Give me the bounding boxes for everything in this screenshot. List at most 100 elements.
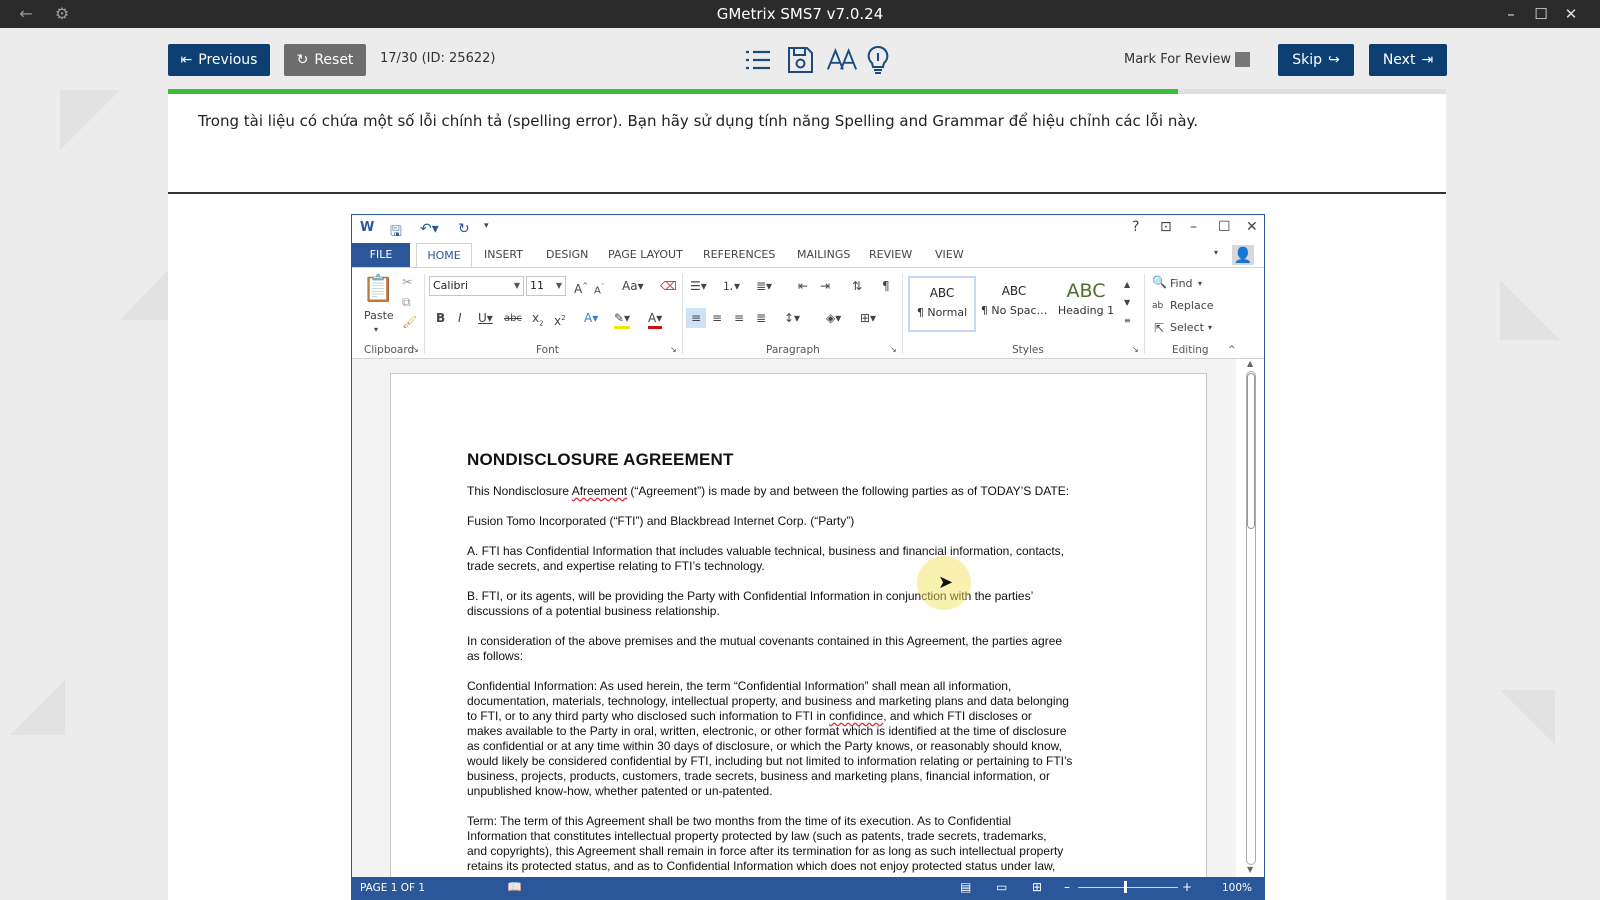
redo-icon[interactable]: ↻ — [458, 221, 470, 237]
bold-icon[interactable]: B — [436, 310, 445, 326]
read-mode-icon[interactable]: ▤ — [960, 880, 971, 894]
document-page[interactable]: NONDISCLOSURE AGREEMENT This Nondisclosu… — [390, 373, 1207, 877]
styles-scroll-icon[interactable]: ▲ ▼ ≡ — [1124, 276, 1131, 330]
ribbon-options-icon[interactable]: ▾ — [1214, 248, 1218, 257]
font-color-icon[interactable]: A▾ — [648, 310, 663, 329]
spelling-error[interactable]: confidince — [829, 709, 883, 723]
decrease-indent-icon[interactable]: ⇤ — [798, 278, 808, 294]
paste-dropdown-icon[interactable]: ▾ — [374, 322, 378, 338]
zoom-level[interactable]: 100% — [1222, 882, 1252, 894]
show-formatting-marks-icon[interactable]: ¶ — [882, 278, 890, 294]
numbering-icon[interactable]: ⒈▾ — [722, 278, 740, 294]
sort-icon[interactable]: ⇅ — [852, 278, 862, 294]
tab-design[interactable]: DESIGN — [546, 248, 588, 261]
scroll-thumb[interactable] — [1247, 373, 1255, 529]
tab-view[interactable]: VIEW — [935, 248, 964, 261]
tab-home[interactable]: HOME — [416, 243, 472, 267]
next-button[interactable]: Next ⇥ — [1369, 44, 1447, 76]
underline-icon[interactable]: U▾ — [478, 310, 493, 326]
align-center-icon[interactable]: ≡ — [712, 310, 722, 326]
shrink-font-icon[interactable]: Aˇ — [594, 279, 604, 299]
mark-for-review-checkbox[interactable] — [1235, 52, 1250, 67]
align-left-icon[interactable]: ≡ — [686, 308, 706, 328]
previous-button[interactable]: ⇤ Previous — [168, 44, 270, 76]
clear-formatting-icon[interactable]: ⌫ — [660, 278, 677, 294]
replace-icon[interactable]: ab — [1152, 298, 1163, 314]
superscript-icon[interactable]: x2 — [554, 310, 566, 329]
justify-icon[interactable]: ≣ — [756, 310, 766, 326]
word-maximize-icon[interactable]: ☐ — [1218, 219, 1231, 235]
clipboard-launcher-icon[interactable]: ↘ — [412, 342, 419, 358]
undo-icon[interactable]: ↶▾ — [420, 221, 439, 237]
highlight-color-icon[interactable]: ✎▾ — [614, 310, 631, 329]
change-case-icon[interactable]: Aa▾ — [622, 278, 644, 294]
text-effects-icon[interactable]: A▾ — [584, 310, 598, 326]
customize-toolbar-icon[interactable]: ▾ — [484, 221, 489, 231]
help-icon[interactable]: ? — [1132, 219, 1139, 235]
bullets-icon[interactable]: ☰▾ — [690, 278, 707, 294]
strikethrough-icon[interactable]: abc — [504, 311, 522, 327]
tab-insert[interactable]: INSERT — [484, 248, 523, 261]
align-right-icon[interactable]: ≡ — [734, 310, 744, 326]
task-list-icon[interactable] — [742, 44, 774, 76]
page-count-status[interactable]: PAGE 1 OF 1 — [360, 882, 425, 894]
copy-icon[interactable]: ⧉ — [402, 294, 411, 310]
scroll-down-icon[interactable]: ▼ — [1247, 865, 1253, 874]
paragraph-launcher-icon[interactable]: ↘ — [890, 342, 897, 358]
subscript-icon[interactable]: x2 — [532, 310, 544, 331]
paste-label[interactable]: Paste — [364, 308, 394, 324]
zoom-slider-thumb[interactable] — [1124, 881, 1127, 893]
web-layout-icon[interactable]: ⊞ — [1032, 880, 1042, 894]
quick-save-icon[interactable]: 🖫 — [390, 221, 402, 245]
find-icon[interactable]: 🔍 — [1152, 274, 1167, 290]
reset-button[interactable]: ↻ Reset — [284, 44, 366, 76]
style-normal[interactable]: ABC ¶ Normal — [908, 276, 976, 332]
select-icon[interactable]: ⇱ — [1154, 320, 1164, 336]
tab-review[interactable]: REVIEW — [869, 248, 912, 261]
select-dropdown-icon[interactable]: ▾ — [1208, 320, 1212, 336]
spelling-error[interactable]: Afreement — [572, 484, 627, 498]
increase-indent-icon[interactable]: ⇥ — [820, 278, 830, 294]
grow-font-icon[interactable]: A^ — [574, 278, 588, 297]
font-size-icon[interactable] — [826, 44, 858, 76]
shading-icon[interactable]: ◈▾ — [826, 310, 841, 326]
style-no-spacing[interactable]: ABC ¶ No Spac... — [980, 276, 1048, 332]
word-minimize-icon[interactable]: – — [1190, 219, 1197, 235]
maximize-window-icon[interactable]: ☐ — [1530, 4, 1552, 24]
tab-page-layout[interactable]: PAGE LAYOUT — [608, 248, 683, 261]
word-close-icon[interactable]: ✕ — [1246, 219, 1258, 235]
collapse-ribbon-icon[interactable]: ^ — [1228, 342, 1236, 358]
save-disk-icon[interactable] — [784, 44, 816, 76]
zoom-slider[interactable] — [1078, 887, 1178, 888]
ribbon-display-icon[interactable]: ⊡ — [1160, 219, 1172, 235]
close-window-icon[interactable]: ✕ — [1560, 4, 1582, 24]
zoom-in-icon[interactable]: + — [1182, 880, 1192, 894]
format-painter-icon[interactable]: 🖌 — [402, 314, 417, 330]
select-label[interactable]: Select — [1170, 320, 1204, 336]
find-dropdown-icon[interactable]: ▾ — [1198, 276, 1202, 292]
line-spacing-icon[interactable]: ↕▾ — [784, 310, 800, 326]
print-layout-icon[interactable]: ▭ — [996, 880, 1007, 894]
style-heading-1[interactable]: ABC Heading 1 — [1052, 276, 1120, 332]
skip-button[interactable]: Skip ↪ — [1278, 44, 1354, 76]
hint-lightbulb-icon[interactable] — [862, 44, 894, 76]
zoom-out-icon[interactable]: – — [1064, 880, 1070, 894]
font-launcher-icon[interactable]: ↘ — [670, 342, 677, 358]
borders-icon[interactable]: ⊞▾ — [860, 310, 876, 326]
font-size-combo[interactable]: 11 ▼ — [526, 276, 566, 296]
find-label[interactable]: Find — [1170, 276, 1193, 292]
proofing-status-icon[interactable]: 📖 — [507, 880, 522, 894]
tab-references[interactable]: REFERENCES — [703, 248, 775, 261]
tab-file[interactable]: FILE — [352, 243, 410, 267]
multilevel-list-icon[interactable]: ≣▾ — [756, 278, 772, 294]
italic-icon[interactable]: I — [458, 310, 462, 326]
vertical-scrollbar[interactable]: ▲ ▼ — [1238, 359, 1264, 877]
paste-icon[interactable]: 📋 — [362, 274, 394, 304]
replace-label[interactable]: Replace — [1170, 298, 1214, 314]
minimize-window-icon[interactable]: – — [1500, 4, 1522, 24]
cut-icon[interactable]: ✂ — [402, 274, 412, 290]
tab-mailings[interactable]: MAILINGS — [797, 248, 850, 261]
styles-launcher-icon[interactable]: ↘ — [1132, 342, 1139, 358]
font-name-combo[interactable]: Calibri ▼ — [429, 276, 524, 296]
scroll-up-icon[interactable]: ▲ — [1247, 359, 1253, 368]
